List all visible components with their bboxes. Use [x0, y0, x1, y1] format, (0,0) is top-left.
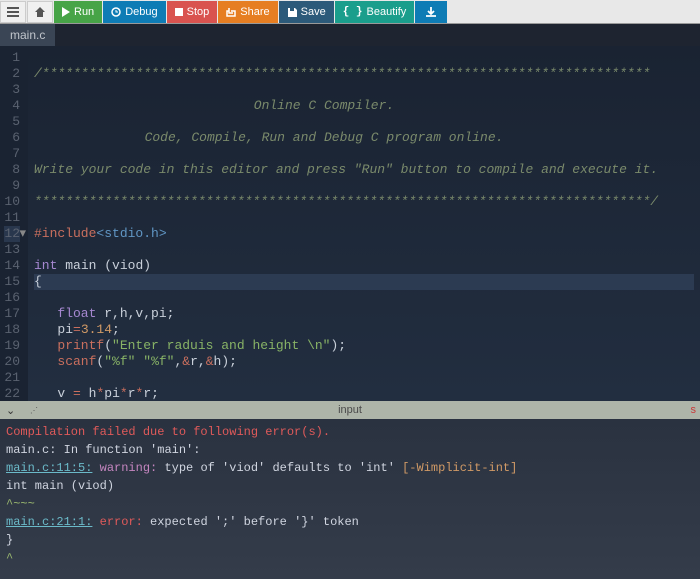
- line-number: 21: [4, 370, 20, 386]
- line-gutter: 1 2 3 4 5 6 7 8 9 10 11 12▾ 13 14 15 16 …: [0, 46, 28, 401]
- line-number: 16: [4, 290, 20, 306]
- code-line: pi=3.14;: [34, 322, 120, 337]
- code-line: v = h*pi*r*r;: [34, 386, 159, 401]
- line-number: 6: [4, 130, 20, 146]
- console-line: }: [6, 531, 694, 549]
- code-line: scanf("%f" "%f",&r,&h);: [34, 354, 237, 369]
- line-number: 18: [4, 322, 20, 338]
- io-panel-tab[interactable]: ⌄ ⋰ input s: [0, 401, 700, 419]
- code-line: float r,h,v,pi;: [34, 306, 174, 321]
- line-number: 12▾: [4, 226, 20, 242]
- line-number: 14: [4, 258, 20, 274]
- stop-label: Stop: [187, 6, 210, 18]
- play-icon: [62, 7, 70, 17]
- console-output: Compilation failed due to following erro…: [0, 419, 700, 579]
- line-number: 4: [4, 98, 20, 114]
- toolbar: Run Debug Stop Share Save { } Beautify: [0, 0, 700, 24]
- code-line: printf("Enter raduis and height \n");: [34, 338, 346, 353]
- line-number: 19: [4, 338, 20, 354]
- file-tab[interactable]: main.c: [0, 24, 55, 46]
- share-label: Share: [240, 6, 269, 18]
- stop-button[interactable]: Stop: [167, 1, 218, 23]
- code-line: {: [34, 274, 694, 290]
- beautify-label: Beautify: [367, 6, 407, 18]
- line-number: 11: [4, 210, 20, 226]
- code-line: Code, Compile, Run and Debug C program o…: [34, 130, 694, 146]
- error-header: Compilation failed due to following erro…: [6, 423, 694, 441]
- console-line: main.c:11:5: warning: type of 'viod' def…: [6, 459, 694, 477]
- download-button[interactable]: [415, 1, 447, 23]
- run-button[interactable]: Run: [54, 1, 102, 23]
- line-number: 9: [4, 178, 20, 194]
- line-number: 15: [4, 274, 20, 290]
- menu-icon: [7, 7, 19, 17]
- line-number: 1: [4, 50, 20, 66]
- save-label: Save: [301, 6, 326, 18]
- share-button[interactable]: Share: [218, 1, 277, 23]
- console-line: ^~~~: [6, 495, 694, 513]
- line-number: 7: [4, 146, 20, 162]
- home-btn[interactable]: [27, 1, 53, 23]
- code-line: /***************************************…: [34, 66, 650, 81]
- beautify-button[interactable]: { } Beautify: [335, 1, 415, 23]
- debug-label: Debug: [125, 6, 157, 18]
- line-number: 13: [4, 242, 20, 258]
- line-number: 17: [4, 306, 20, 322]
- code-line: #include<stdio.h>: [34, 226, 167, 241]
- console-line: main.c: In function 'main':: [6, 441, 694, 459]
- resize-handle-icon[interactable]: ⋰: [30, 406, 38, 415]
- line-number: 2: [4, 66, 20, 82]
- braces-icon: { }: [343, 6, 363, 18]
- console-line: int main (viod): [6, 477, 694, 495]
- line-number: 10: [4, 194, 20, 210]
- save-button[interactable]: Save: [279, 1, 334, 23]
- debug-icon: [111, 7, 121, 17]
- download-icon: [425, 6, 437, 18]
- line-number: 3: [4, 82, 20, 98]
- console-line: ^: [6, 549, 694, 567]
- line-number: 8: [4, 162, 20, 178]
- s-indicator: s: [691, 404, 697, 416]
- code-line: Write your code in this editor and press…: [34, 162, 658, 177]
- chevron-down-icon[interactable]: ⌄: [6, 404, 15, 417]
- line-number: 5: [4, 114, 20, 130]
- menu-btn[interactable]: [0, 1, 26, 23]
- debug-button[interactable]: Debug: [103, 1, 165, 23]
- code-area[interactable]: /***************************************…: [28, 46, 700, 401]
- home-icon: [34, 6, 46, 18]
- input-tab-label: input: [338, 404, 362, 416]
- code-line: int main (viod): [34, 258, 151, 273]
- run-label: Run: [74, 6, 94, 18]
- console-line: main.c:21:1: error: expected ';' before …: [6, 513, 694, 531]
- save-icon: [287, 7, 297, 17]
- code-line: Online C Compiler.: [34, 98, 694, 114]
- line-number: 22: [4, 386, 20, 401]
- code-editor[interactable]: 1 2 3 4 5 6 7 8 9 10 11 12▾ 13 14 15 16 …: [0, 46, 700, 401]
- stop-icon: [175, 8, 183, 16]
- code-line: ****************************************…: [34, 194, 658, 209]
- share-icon: [226, 7, 236, 17]
- line-number: 20: [4, 354, 20, 370]
